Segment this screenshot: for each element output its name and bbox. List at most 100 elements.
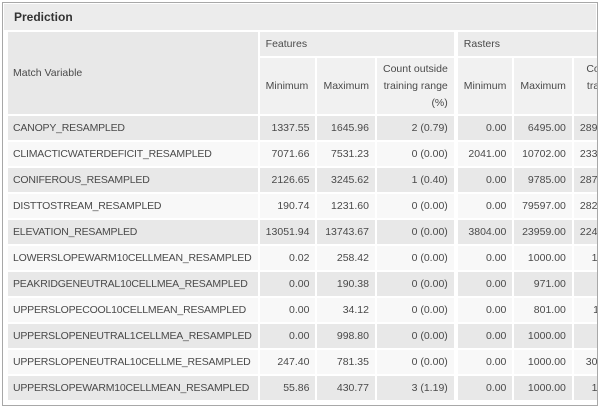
features-maximum-cell: 1645.96 xyxy=(317,116,375,140)
rasters-minimum-cell: 0.00 xyxy=(458,298,513,322)
match-variable-cell: DISTTOSTREAM_RESAMPLED xyxy=(8,194,258,218)
features-count-outside-cell: 0 (0.00) xyxy=(377,142,454,166)
rasters-maximum-cell: 801.00 xyxy=(514,298,572,322)
rasters-minimum-cell: 0.00 xyxy=(458,376,513,400)
section-title: Prediction xyxy=(14,10,73,24)
match-variable-cell: CONIFEROUS_RESAMPLED xyxy=(8,168,258,192)
rasters-count-outside-cell: 224941 (74.55) xyxy=(574,220,598,244)
column-header-rasters-count-outside: Count outside training range (%) xyxy=(574,58,598,114)
features-count-outside-cell: 0 (0.00) xyxy=(377,194,454,218)
rasters-minimum-cell: 0.00 xyxy=(458,168,513,192)
features-minimum-cell: 190.74 xyxy=(260,194,316,218)
count-outside-label-line1: Count outside xyxy=(383,61,448,78)
table-row: LOWERSLOPEWARM10CELLMEAN_RESAMPLED0.0225… xyxy=(8,246,598,270)
features-count-outside-cell: 0 (0.00) xyxy=(377,324,454,348)
features-maximum-cell: 13743.67 xyxy=(317,220,375,244)
table-row: UPPERSLOPENEUTRAL10CELLME_RESAMPLED247.4… xyxy=(8,350,598,374)
rasters-count-outside-cell: 282689 (93.69) xyxy=(574,194,598,218)
features-count-outside-cell: 0 (0.00) xyxy=(377,350,454,374)
features-maximum-cell: 998.80 xyxy=(317,324,375,348)
count-outside-label-line1: Count outside xyxy=(580,61,598,78)
table-row: DISTTOSTREAM_RESAMPLED190.741231.600 (0.… xyxy=(8,194,598,218)
rasters-maximum-cell: 1000.00 xyxy=(514,350,572,374)
rasters-maximum-cell: 1000.00 xyxy=(514,376,572,400)
prediction-panel: Prediction Match Variable Features Raste… xyxy=(2,2,598,406)
count-outside-label-line3: (%) xyxy=(383,95,448,112)
features-maximum-cell: 258.42 xyxy=(317,246,375,270)
column-header-rasters-maximum: Maximum xyxy=(514,58,572,114)
rasters-minimum-cell: 3804.00 xyxy=(458,220,513,244)
features-count-outside-cell: 0 (0.00) xyxy=(377,272,454,296)
rasters-maximum-cell: 10702.00 xyxy=(514,142,572,166)
features-minimum-cell: 13051.94 xyxy=(260,220,316,244)
column-header-features-minimum: Minimum xyxy=(260,58,316,114)
rasters-count-outside-cell: 289551 (95.96) xyxy=(574,116,598,140)
features-minimum-cell: 1337.55 xyxy=(260,116,316,140)
column-group-rasters: Rasters xyxy=(458,32,598,56)
features-minimum-cell: 55.86 xyxy=(260,376,316,400)
rasters-minimum-cell: 0.00 xyxy=(458,272,513,296)
match-variable-cell: UPPERSLOPEWARM10CELLMEAN_RESAMPLED xyxy=(8,376,258,400)
count-outside-label-line2: training range xyxy=(580,78,598,95)
section-header-prediction[interactable]: Prediction xyxy=(4,4,596,30)
features-maximum-cell: 430.77 xyxy=(317,376,375,400)
rasters-maximum-cell: 1000.00 xyxy=(514,324,572,348)
features-minimum-cell: 0.00 xyxy=(260,324,316,348)
rasters-count-outside-cell: 10898 (3.61) xyxy=(574,246,598,270)
rasters-minimum-cell: 0.00 xyxy=(458,324,513,348)
features-minimum-cell: 7071.66 xyxy=(260,142,316,166)
features-minimum-cell: 2126.65 xyxy=(260,168,316,192)
match-variable-cell: UPPERSLOPENEUTRAL1CELLMEA_RESAMPLED xyxy=(8,324,258,348)
match-variable-cell: ELEVATION_RESAMPLED xyxy=(8,220,258,244)
prediction-table: Match Variable Features Rasters Minimum … xyxy=(6,30,598,402)
rasters-count-outside-cell: 7893 (2.62) xyxy=(574,272,598,296)
prediction-table-container: Match Variable Features Rasters Minimum … xyxy=(3,30,597,402)
features-maximum-cell: 34.12 xyxy=(317,298,375,322)
features-count-outside-cell: 2 (0.79) xyxy=(377,116,454,140)
features-count-outside-cell: 3 (1.19) xyxy=(377,376,454,400)
rasters-minimum-cell: 0.00 xyxy=(458,116,513,140)
rasters-minimum-cell: 0.00 xyxy=(458,350,513,374)
features-count-outside-cell: 0 (0.00) xyxy=(377,220,454,244)
table-row: UPPERSLOPEWARM10CELLMEAN_RESAMPLED55.864… xyxy=(8,376,598,400)
rasters-count-outside-cell: 10090 (3.34) xyxy=(574,376,598,400)
rasters-count-outside-cell: 233680 (77.44) xyxy=(574,142,598,166)
table-body: CANOPY_RESAMPLED1337.551645.962 (0.79)0.… xyxy=(8,116,598,400)
features-maximum-cell: 3245.62 xyxy=(317,168,375,192)
rasters-count-outside-cell: 0 (0.00) xyxy=(574,324,598,348)
match-variable-cell: CLIMACTICWATERDEFICIT_RESAMPLED xyxy=(8,142,258,166)
count-outside-label-line2: training range xyxy=(383,78,448,95)
features-minimum-cell: 0.00 xyxy=(260,272,316,296)
match-variable-cell: CANOPY_RESAMPLED xyxy=(8,116,258,140)
rasters-maximum-cell: 23959.00 xyxy=(514,220,572,244)
match-variable-cell: LOWERSLOPEWARM10CELLMEAN_RESAMPLED xyxy=(8,246,258,270)
features-count-outside-cell: 0 (0.00) xyxy=(377,298,454,322)
column-header-features-maximum: Maximum xyxy=(317,58,375,114)
rasters-minimum-cell: 0.00 xyxy=(458,194,513,218)
features-maximum-cell: 190.38 xyxy=(317,272,375,296)
features-minimum-cell: 0.02 xyxy=(260,246,316,270)
rasters-minimum-cell: 2041.00 xyxy=(458,142,513,166)
table-row: ELEVATION_RESAMPLED13051.9413743.670 (0.… xyxy=(8,220,598,244)
column-header-features-count-outside: Count outside training range (%) xyxy=(377,58,454,114)
column-group-features: Features xyxy=(260,32,454,56)
table-row: UPPERSLOPENEUTRAL1CELLMEA_RESAMPLED0.009… xyxy=(8,324,598,348)
table-row: CONIFEROUS_RESAMPLED2126.653245.621 (0.4… xyxy=(8,168,598,192)
rasters-maximum-cell: 79597.00 xyxy=(514,194,572,218)
rasters-minimum-cell: 0.00 xyxy=(458,246,513,270)
table-row: CLIMACTICWATERDEFICIT_RESAMPLED7071.6675… xyxy=(8,142,598,166)
features-maximum-cell: 7531.23 xyxy=(317,142,375,166)
match-variable-cell: PEAKRIDGENEUTRAL10CELLMEA_RESAMPLED xyxy=(8,272,258,296)
column-header-rasters-minimum: Minimum xyxy=(458,58,513,114)
rasters-count-outside-cell: 11711 (3.88) xyxy=(574,298,598,322)
table-row: UPPERSLOPECOOL10CELLMEAN_RESAMPLED0.0034… xyxy=(8,298,598,322)
features-minimum-cell: 247.40 xyxy=(260,350,316,374)
rasters-maximum-cell: 9785.00 xyxy=(514,168,572,192)
rasters-count-outside-cell: 30902 (10.24) xyxy=(574,350,598,374)
features-count-outside-cell: 1 (0.40) xyxy=(377,168,454,192)
column-header-match-variable: Match Variable xyxy=(8,32,258,114)
rasters-maximum-cell: 1000.00 xyxy=(514,246,572,270)
table-row: PEAKRIDGENEUTRAL10CELLMEA_RESAMPLED0.001… xyxy=(8,272,598,296)
rasters-maximum-cell: 6495.00 xyxy=(514,116,572,140)
count-outside-label-line3: (%) xyxy=(580,95,598,112)
